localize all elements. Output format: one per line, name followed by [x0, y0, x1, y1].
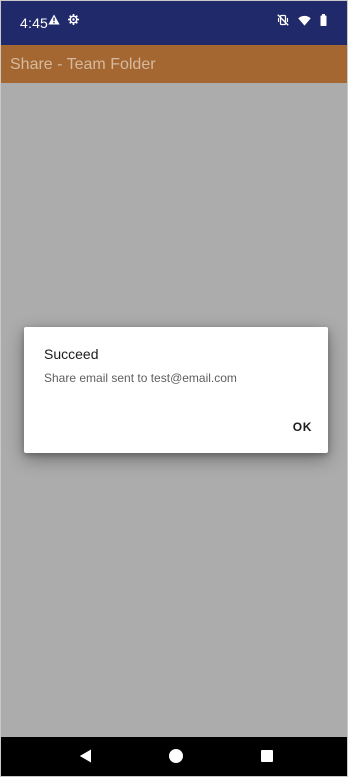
wifi-icon: [298, 15, 311, 26]
dialog-title: Succeed: [44, 346, 99, 362]
home-icon[interactable]: [169, 749, 183, 768]
warning-icon: [48, 14, 60, 25]
status-bar: 4:45: [1, 1, 347, 45]
vibrate-mute-icon: [277, 14, 289, 26]
status-system-icons: [277, 14, 327, 26]
status-time: 4:45: [20, 15, 49, 31]
app-bar-title: Share - Team Folder: [10, 56, 156, 73]
settings-gear-icon: [68, 14, 79, 25]
back-icon[interactable]: [79, 749, 92, 768]
status-notification-icons: [48, 14, 79, 25]
alert-dialog: Succeed Share email sent to test@email.c…: [24, 327, 328, 453]
dialog-message: Share email sent to test@email.com: [44, 371, 237, 385]
app-bar: Share - Team Folder: [1, 45, 347, 83]
phone-screen: 4:45 Share - Team Folder Succeed Share e…: [0, 0, 348, 777]
ok-button[interactable]: OK: [293, 420, 312, 434]
navigation-bar: [1, 737, 347, 776]
recents-icon[interactable]: [261, 749, 273, 768]
battery-icon: [320, 14, 327, 26]
